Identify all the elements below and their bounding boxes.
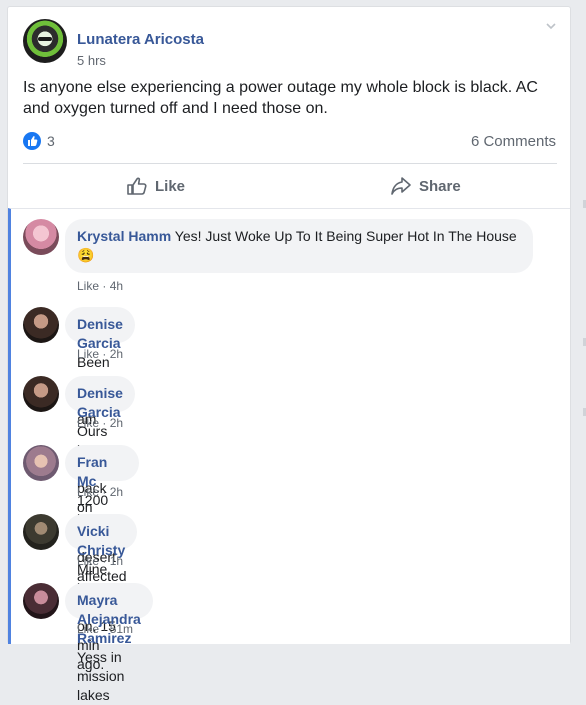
post-timestamp[interactable]: 5 hrs xyxy=(77,53,106,68)
comment-meta: Like · 2h xyxy=(77,485,123,499)
comment-author[interactable]: Krystal Hamm xyxy=(77,228,171,244)
author-avatar[interactable] xyxy=(23,19,67,63)
comment-bubble: Denise Garcia Been out since 3 am xyxy=(65,307,135,427)
comment-time[interactable]: 2h xyxy=(110,485,123,499)
comment-like-link[interactable]: Like xyxy=(77,554,99,568)
comment-meta: Like · 51m xyxy=(77,622,133,636)
comment-author[interactable]: Denise Garcia xyxy=(77,385,123,420)
comment-like-link[interactable]: Like xyxy=(77,622,99,636)
post-text: Is anyone else experiencing a power outa… xyxy=(23,79,538,117)
comment-time[interactable]: 2h xyxy=(110,416,123,430)
comment-author[interactable]: Vicki Christy xyxy=(77,523,125,558)
comment-meta: Like · 2h xyxy=(77,347,123,361)
avatar[interactable] xyxy=(23,219,59,255)
comment-author[interactable]: Mayra Alejandra Ramirez xyxy=(77,592,141,646)
reaction-count: 3 xyxy=(47,133,55,149)
avatar[interactable] xyxy=(23,583,59,619)
comment-separator: · xyxy=(102,554,107,568)
comment-author[interactable]: Denise Garcia xyxy=(77,316,123,351)
share-icon xyxy=(391,177,411,195)
avatar[interactable] xyxy=(23,445,59,481)
comment-bubble: Mayra Alejandra Ramirez Yess in mission … xyxy=(65,583,153,703)
post-card: Lunatera Aricosta 5 hrs Is anyone else e… xyxy=(7,6,572,703)
comments-list: Krystal Hamm Yes! Just Woke Up To It Bei… xyxy=(8,208,570,703)
comment-meta: Like · 2h xyxy=(77,416,123,430)
avatar[interactable] xyxy=(23,514,59,550)
comment-time[interactable]: 4h xyxy=(110,279,123,293)
avatar[interactable] xyxy=(23,376,59,412)
comment-like-link[interactable]: Like xyxy=(77,416,99,430)
comment-like-link[interactable]: Like xyxy=(77,347,99,361)
comment-bubble: Vicki Christy Mine just came on, 15 min … xyxy=(65,514,138,672)
thumbs-up-icon xyxy=(127,177,147,195)
comment-time[interactable]: 51m xyxy=(110,622,133,636)
comment-separator: · xyxy=(102,416,107,430)
comment-separator: · xyxy=(102,347,107,361)
comment-bubble: Krystal Hamm Yes! Just Woke Up To It Bei… xyxy=(65,219,533,273)
comment-text: Yess in mission lakes xyxy=(77,649,125,703)
chevron-down-icon[interactable] xyxy=(544,19,558,33)
like-button[interactable]: Like xyxy=(126,164,185,208)
author-name[interactable]: Lunatera Aricosta xyxy=(77,31,204,48)
comment-bubble: Fran Mc 1200 houses on the desert affect… xyxy=(65,445,139,584)
comment-separator: · xyxy=(102,485,107,499)
comment-meta: Like · 4h xyxy=(77,279,123,293)
post-actions: Like Share xyxy=(8,164,572,208)
like-reaction-icon xyxy=(23,132,41,150)
comment-like-link[interactable]: Like xyxy=(77,485,99,499)
comment-bubble: Denise Garcia Ours just came back on xyxy=(65,376,135,515)
comment-like-link[interactable]: Like xyxy=(77,279,99,293)
comment-time[interactable]: 1h xyxy=(110,554,123,568)
comment-time[interactable]: 2h xyxy=(110,347,123,361)
share-button-label: Share xyxy=(419,177,461,195)
comment-separator: · xyxy=(102,279,107,293)
share-button[interactable]: Share xyxy=(390,164,461,208)
avatar[interactable] xyxy=(23,307,59,343)
like-button-label: Like xyxy=(155,177,186,195)
comment-separator: · xyxy=(102,622,107,636)
comment-meta: Like · 1h xyxy=(77,554,123,568)
comments-count-link[interactable]: 6 Comments xyxy=(471,133,556,150)
